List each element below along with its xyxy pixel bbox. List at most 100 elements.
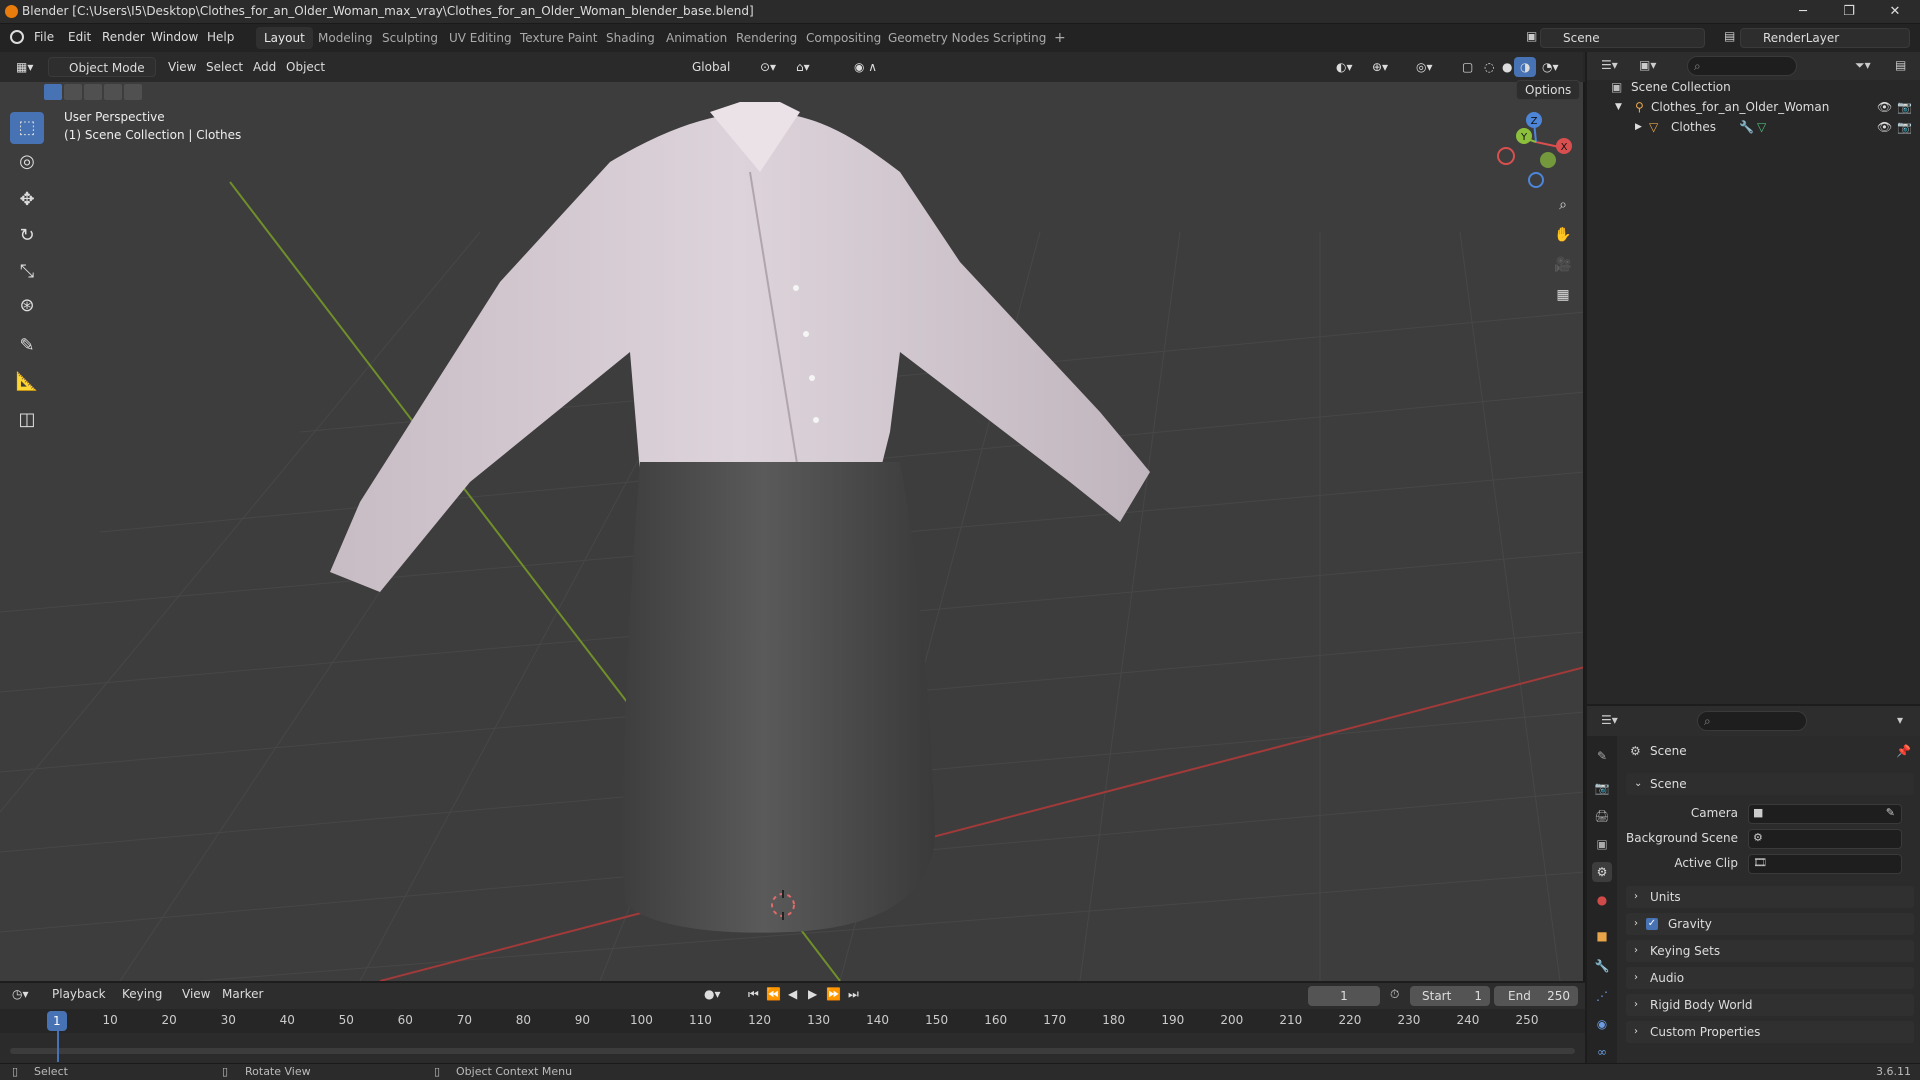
tab-geometry-nodes[interactable]: Geometry Nodes <box>880 27 997 49</box>
preview-range-icon[interactable]: ⏱ <box>1390 987 1399 1002</box>
menu-file[interactable]: File <box>34 30 54 44</box>
collapse-arrow-icon[interactable]: ▶ <box>1635 117 1642 137</box>
gravity-checkbox[interactable]: ✓ <box>1646 918 1658 930</box>
modifier-tab-icon[interactable]: 🔧 <box>1592 956 1612 976</box>
select-new-icon[interactable] <box>44 84 62 100</box>
ortho-grid-icon[interactable]: ▦ <box>1550 282 1576 308</box>
object-mode-dropdown[interactable]: Object Mode <box>48 57 156 77</box>
select-subtract-icon[interactable] <box>84 84 102 100</box>
menu-select[interactable]: Select <box>200 57 249 77</box>
add-cube-icon[interactable]: ◫ <box>10 404 44 436</box>
rotate-icon[interactable]: ↻ <box>10 220 44 252</box>
tab-rendering[interactable]: Rendering <box>728 27 805 49</box>
active-clip-field[interactable]: 🎞 <box>1748 854 1902 874</box>
transform-icon[interactable]: ⊛ <box>10 290 44 322</box>
pin-icon[interactable]: 📌 <box>1896 744 1911 758</box>
measure-icon[interactable]: 📐 <box>10 366 44 398</box>
filter-icon[interactable]: ⏷▾ <box>1855 58 1871 73</box>
transform-orientation-dropdown[interactable]: Global <box>672 57 746 77</box>
menu-marker[interactable]: Marker <box>222 987 263 1001</box>
outliner-display-mode-icon[interactable]: ▣▾ <box>1639 58 1656 72</box>
current-frame-field[interactable]: 1 <box>1308 986 1380 1006</box>
tab-scripting[interactable]: Scripting <box>985 27 1054 49</box>
record-icon[interactable]: ●▾ <box>704 987 721 1001</box>
minimize-button[interactable]: ─ <box>1780 0 1826 24</box>
custom-properties-panel[interactable]: › Custom Properties <box>1626 1021 1914 1043</box>
move-icon[interactable]: ✥ <box>10 184 44 216</box>
tab-sculpting[interactable]: Sculpting <box>374 27 446 49</box>
prev-keyframe-icon[interactable]: ⏪ <box>766 987 781 1001</box>
xray-toggle-icon[interactable]: ▢ <box>1456 57 1479 77</box>
tab-modeling[interactable]: Modeling <box>310 27 381 49</box>
new-collection-icon[interactable]: ▤ <box>1895 58 1906 72</box>
renderlayer-field[interactable]: RenderLayer <box>1740 28 1910 48</box>
object-tab-icon[interactable]: ■ <box>1592 926 1612 946</box>
end-frame-field[interactable]: End 250 <box>1494 986 1578 1006</box>
gizmo-z-label[interactable]: Z <box>1531 116 1538 127</box>
annotate-icon[interactable]: ✎ <box>10 330 44 362</box>
properties-editor-type-icon[interactable]: ☰▾ <box>1601 713 1618 727</box>
properties-search-input[interactable]: ⌕ <box>1697 711 1807 731</box>
tab-animation[interactable]: Animation <box>658 27 735 49</box>
rigid-body-world-panel[interactable]: › Rigid Body World <box>1626 994 1914 1016</box>
expand-arrow-icon[interactable]: ▼ <box>1615 97 1622 117</box>
pivot-point-icon[interactable]: ⊙▾ <box>754 57 782 77</box>
select-box-icon[interactable]: ⬚ <box>10 112 44 144</box>
navigation-gizmo[interactable]: X Z Y <box>1497 112 1572 188</box>
menu-edit[interactable]: Edit <box>68 30 91 44</box>
tab-layout[interactable]: Layout <box>256 27 313 49</box>
jump-end-icon[interactable]: ⏭ <box>848 987 859 1002</box>
options-dropdown[interactable]: Options <box>1516 80 1581 100</box>
physics-tab-icon[interactable]: ◉ <box>1592 1014 1612 1034</box>
mesh-data-icon[interactable]: ▽ <box>1757 117 1766 137</box>
background-scene-field[interactable]: ⚙ <box>1748 829 1902 849</box>
close-button[interactable]: ✕ <box>1872 0 1918 24</box>
timeline-editor-type-icon[interactable]: ◷▾ <box>12 987 29 1001</box>
add-workspace-icon[interactable]: + <box>1046 27 1074 49</box>
scale-icon[interactable]: ⤡ <box>10 256 44 288</box>
select-intersect-icon[interactable] <box>124 84 142 100</box>
audio-panel[interactable]: › Audio <box>1626 967 1914 989</box>
gizmo-toggle-icon[interactable]: ⊕▾ <box>1366 57 1394 77</box>
object-camera-icon[interactable]: 📷 <box>1897 117 1912 137</box>
editor-type-icon[interactable]: ▦▾ <box>10 57 39 77</box>
menu-timeline-view[interactable]: View <box>182 987 210 1001</box>
menu-object[interactable]: Object <box>280 57 331 77</box>
shading-material-icon[interactable]: ◑ <box>1514 57 1537 77</box>
timeline-ruler[interactable]: 1 10 20 30 40 50 60 70 80 90 100 110 120 130 140 150 16… <box>0 1009 1585 1033</box>
particles-tab-icon[interactable]: ⋰ <box>1592 986 1612 1006</box>
start-frame-field[interactable]: Start 1 <box>1410 986 1490 1006</box>
eyedropper-icon[interactable]: ✎ <box>1886 806 1895 819</box>
gravity-panel[interactable]: › ✓ Gravity <box>1626 913 1914 935</box>
select-extend-icon[interactable] <box>64 84 82 100</box>
timeline-scrollbar[interactable] <box>10 1048 1575 1054</box>
tab-texture-paint[interactable]: Texture Paint <box>512 27 605 49</box>
camera-render-icon[interactable]: 📷 <box>1897 97 1912 117</box>
camera-field[interactable]: ■ ✎ <box>1748 804 1902 824</box>
maximize-button[interactable]: ❐ <box>1826 0 1872 24</box>
keying-sets-panel[interactable]: › Keying Sets <box>1626 940 1914 962</box>
proportional-edit-icon[interactable]: ◉ ∧ <box>848 57 883 77</box>
menu-keying[interactable]: Keying <box>122 987 162 1001</box>
tab-compositing[interactable]: Compositing <box>798 27 889 49</box>
outliner-scene-collection[interactable]: ▣ Scene Collection <box>1587 77 1920 97</box>
zoom-icon[interactable]: ⌕ <box>1550 192 1576 218</box>
select-invert-icon[interactable] <box>104 84 122 100</box>
outliner-editor-type-icon[interactable]: ☰▾ <box>1601 58 1618 72</box>
overlay-toggle-icon[interactable]: ◎▾ <box>1410 57 1439 77</box>
render-tab-icon[interactable]: 📷 <box>1592 778 1612 798</box>
menu-render[interactable]: Render <box>102 30 145 44</box>
jump-start-icon[interactable]: ⏮ <box>748 987 759 1002</box>
camera-view-icon[interactable]: 🎥 <box>1550 252 1576 278</box>
object-eye-icon[interactable]: 👁 <box>1877 117 1892 137</box>
next-keyframe-icon[interactable]: ⏩ <box>826 987 841 1001</box>
gizmo-x-label[interactable]: X <box>1561 142 1568 153</box>
3d-viewport[interactable]: X Z Y <box>0 52 1585 981</box>
properties-options-icon[interactable]: ▾ <box>1897 713 1903 727</box>
blender-menu-icon[interactable] <box>10 30 24 44</box>
play-reverse-icon[interactable]: ◀ <box>788 987 797 1001</box>
scene-panel-header[interactable]: ⌄ Scene <box>1626 773 1914 795</box>
modifier-wrench-icon[interactable]: 🔧 <box>1739 117 1754 137</box>
world-tab-icon[interactable]: ● <box>1592 890 1612 910</box>
outliner-panel[interactable] <box>1587 52 1920 704</box>
